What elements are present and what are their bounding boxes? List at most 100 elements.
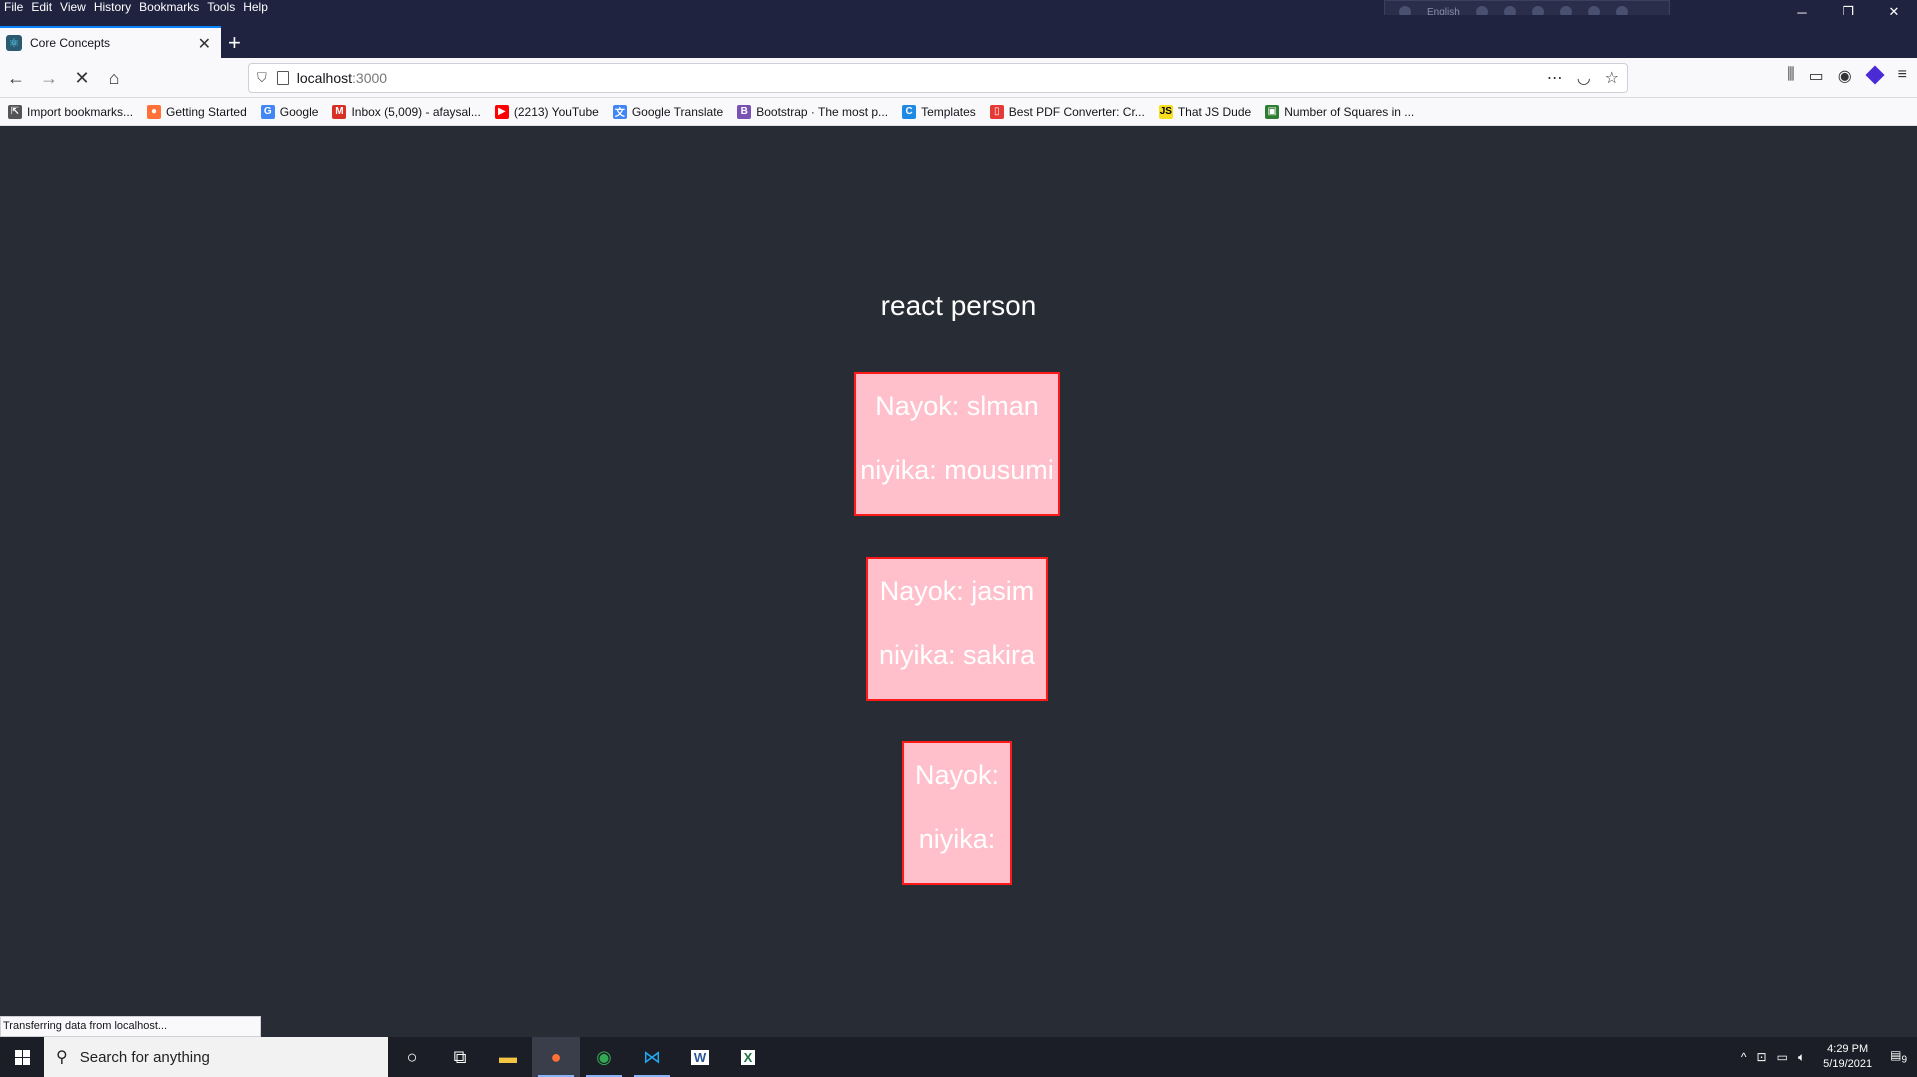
gmail-icon: M (332, 104, 347, 119)
chrome-taskbar-button[interactable]: ◉ (580, 1037, 628, 1077)
hamburger-menu-icon[interactable]: ≡ (1898, 66, 1907, 86)
person-card: Nayok: niyika: (902, 741, 1012, 885)
nayok-text: Nayok: (914, 760, 1000, 790)
niyika-text: niyika: sakira (878, 640, 1036, 670)
person-card: Nayok: jasim niyika: sakira (866, 557, 1048, 701)
bookmark-label: Google Translate (631, 104, 724, 119)
home-button[interactable]: ⌂ (102, 66, 126, 90)
back-button[interactable]: ← (4, 66, 28, 90)
firefox-icon: ● (550, 1046, 562, 1067)
menu-edit[interactable]: Edit (29, 0, 58, 15)
clock-date: 5/19/2021 (1823, 1058, 1873, 1070)
vscode-icon: ⋈ (643, 1046, 661, 1067)
clock[interactable]: 4:29 PM 5/19/2021 (1823, 1042, 1872, 1072)
menu-file[interactable]: File (2, 0, 29, 15)
bookmark-label: That JS Dude (1177, 104, 1252, 119)
stop-icon: ✕ (74, 67, 90, 88)
bookmark-label: Bootstrap · The most p... (756, 104, 889, 119)
page-icon[interactable] (276, 71, 289, 85)
menu-history[interactable]: History (92, 0, 137, 15)
bookmark-star-icon[interactable]: ☆ (1605, 68, 1619, 88)
url-bar[interactable]: ⛉ localhost:3000 ⋯ ◡ ☆ (248, 63, 1628, 93)
account-icon[interactable]: ◉ (1838, 66, 1852, 86)
word-icon: W (690, 1049, 710, 1065)
extension-icon[interactable] (1865, 65, 1885, 85)
excel-icon: X (740, 1049, 756, 1065)
menu-help[interactable]: Help (241, 0, 274, 15)
bookmark-label: Import bookmarks... (27, 104, 134, 119)
network-icon[interactable]: ▭ (1777, 1050, 1788, 1064)
vscode-taskbar-button[interactable]: ⋈ (628, 1037, 676, 1077)
js-icon: JS (1158, 104, 1173, 119)
file-explorer-button[interactable]: ▬ (484, 1037, 532, 1077)
bookmark-item[interactable]: ▣ Number of Squares in ... (1265, 104, 1415, 119)
youtube-icon: ▶ (494, 104, 509, 119)
stop-loading-button[interactable]: ✕ (70, 66, 94, 90)
windows-icon (14, 1049, 30, 1065)
task-view-button[interactable]: ⧉ (436, 1037, 484, 1077)
bookmark-item[interactable]: 文 Google Translate (612, 104, 724, 119)
bookmark-item[interactable]: ▯ Best PDF Converter: Cr... (989, 104, 1145, 119)
tray-chevron-icon[interactable]: ^ (1741, 1050, 1747, 1064)
taskbar: ⚲ Search for anything ○ ⧉ ▬ ● ◉ ⋈ W X ^ … (0, 1037, 1917, 1077)
taskbar-search[interactable]: ⚲ Search for anything (44, 1037, 388, 1077)
menu-bar: File Edit View History Bookmarks Tools H… (2, 0, 274, 15)
bookmark-item[interactable]: C Templates (902, 104, 976, 119)
bookmark-item[interactable]: M Inbox (5,009) - afaysal... (332, 104, 481, 119)
sidebar-icon[interactable]: ▭ (1809, 66, 1824, 86)
pocket-icon[interactable]: ◡ (1577, 68, 1591, 88)
nayok-text: Nayok: slman (875, 391, 1039, 421)
system-tray: ^ ⊡ ▭ 🔈︎ 4:29 PM 5/19/2021 ▤9 (1741, 1037, 1917, 1077)
bookmark-item[interactable]: G Google (260, 104, 318, 119)
bookmark-label: Best PDF Converter: Cr... (1008, 104, 1145, 119)
forward-button[interactable]: → (37, 66, 61, 90)
import-icon: ⇱ (8, 104, 22, 119)
nayok-text: Nayok: jasim (879, 576, 1035, 606)
new-tab-button[interactable]: + (228, 32, 241, 54)
pdf-icon: ▯ (989, 104, 1004, 119)
cortana-button[interactable]: ○ (388, 1037, 436, 1077)
menu-bookmarks[interactable]: Bookmarks (137, 0, 205, 15)
bookmark-item[interactable]: ▶ (2213) YouTube (494, 104, 599, 119)
cortana-icon: ○ (406, 1046, 418, 1067)
bookmark-label: Templates (921, 104, 976, 119)
bookmark-item[interactable]: B Bootstrap · The most p... (737, 104, 889, 119)
word-taskbar-button[interactable]: W (676, 1037, 724, 1077)
bookmark-item[interactable]: JS That JS Dude (1158, 104, 1252, 119)
google-icon: G (260, 104, 275, 119)
notification-icon[interactable]: ▤9 (1890, 1048, 1907, 1065)
chrome-icon: ◉ (596, 1046, 612, 1067)
menu-tools[interactable]: Tools (205, 0, 241, 15)
bookmark-label: Inbox (5,009) - afaysal... (351, 104, 481, 119)
arrow-right-icon: → (40, 67, 58, 88)
bookmark-label: (2213) YouTube (513, 104, 599, 119)
excel-taskbar-button[interactable]: X (724, 1037, 772, 1077)
niyika-text: niyika: (918, 824, 996, 854)
close-tab-icon[interactable]: ✕ (198, 34, 211, 54)
bookmark-label: Number of Squares in ... (1284, 104, 1415, 119)
bookmark-item[interactable]: ⇱ Import bookmarks... (8, 104, 134, 119)
task-view-icon: ⧉ (453, 1046, 467, 1067)
person-card: Nayok: slman niyika: mousumi (854, 372, 1060, 516)
library-icon[interactable]: ⫼ (1787, 66, 1794, 86)
page-content: react person Nayok: slman niyika: mousum… (0, 126, 1917, 1037)
bootstrap-icon: B (737, 104, 752, 119)
bookmarks-toolbar: ⇱ Import bookmarks... ● Getting Started G Goo… (0, 98, 1917, 126)
shield-icon[interactable]: ⛉ (257, 70, 267, 86)
niyika-text: niyika: mousumi (860, 455, 1054, 485)
home-icon: ⌂ (108, 67, 120, 88)
more-actions-icon[interactable]: ⋯ (1547, 68, 1563, 88)
bookmark-item[interactable]: ● Getting Started (147, 104, 247, 119)
start-button[interactable] (0, 1037, 44, 1077)
meet-now-icon[interactable]: ⊡ (1757, 1050, 1767, 1064)
volume-icon[interactable]: 🔈︎ (1798, 1050, 1805, 1065)
firefox-taskbar-button[interactable]: ● (532, 1037, 580, 1077)
title-bar: File Edit View History Bookmarks Tools H… (0, 0, 1917, 24)
bookmark-label: Getting Started (166, 104, 247, 119)
search-icon: ⚲ (56, 1049, 68, 1066)
menu-view[interactable]: View (58, 0, 92, 15)
tab-strip: ⚛ Core Concepts ✕ + (0, 15, 1917, 58)
tab-core-concepts[interactable]: ⚛ Core Concepts ✕ (0, 26, 221, 58)
url-host: localhost (296, 70, 353, 86)
navigation-toolbar: ← → ✕ ⌂ ⛉ localhost:3000 ⋯ ◡ ☆ ⫼ ▭ ◉ ≡ (0, 58, 1917, 98)
